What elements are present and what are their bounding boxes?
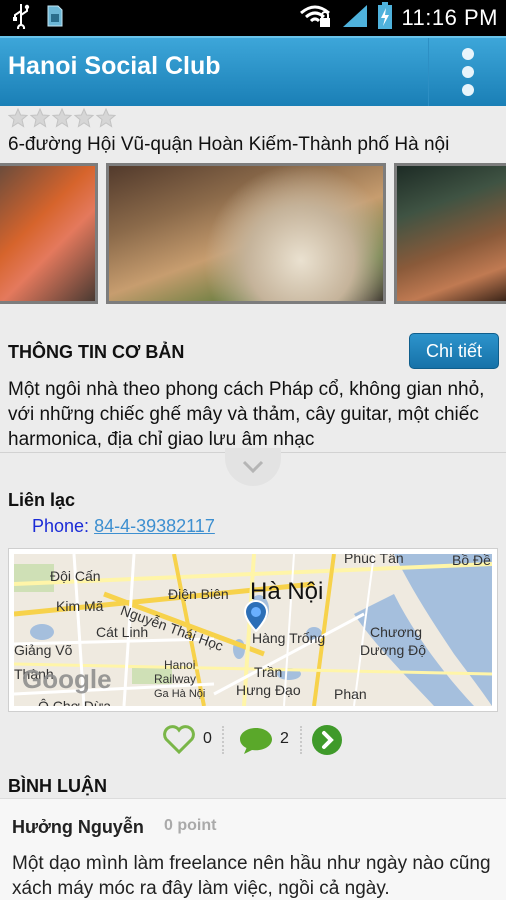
map-label: Kim Mã — [56, 598, 104, 614]
chevron-right-icon[interactable] — [311, 724, 343, 756]
map-label: Giảng Võ — [14, 642, 73, 658]
separator — [222, 726, 224, 754]
wifi-locked-icon — [299, 3, 333, 34]
map-label: Hàng Trống — [252, 630, 326, 646]
star-icon — [30, 108, 50, 128]
detail-button[interactable]: Chi tiết — [409, 333, 499, 369]
comment-count: 2 — [280, 730, 289, 747]
overflow-menu-dot — [461, 84, 474, 96]
overflow-menu-icon — [461, 48, 474, 60]
overflow-menu-dot — [461, 66, 474, 78]
map-label: Điện Biên — [168, 586, 229, 602]
comment-author[interactable]: Hưởng Nguyễn — [12, 817, 144, 838]
map-pin-icon[interactable] — [242, 600, 270, 632]
like-count: 0 — [203, 730, 212, 747]
map-label: Phan — [334, 686, 367, 702]
chevron-down-icon — [242, 460, 264, 474]
phone-label: Phone: — [32, 516, 95, 536]
map-label: Dương Độ — [360, 642, 427, 658]
status-bar: 11:16 PM — [0, 0, 506, 36]
map-label: Phúc Tân — [344, 554, 404, 566]
comment-button[interactable] — [238, 725, 274, 755]
star-icon — [52, 108, 72, 128]
map-label: Chương — [370, 624, 423, 640]
star-icon — [74, 108, 94, 128]
map-label: Đội Cấn — [50, 568, 101, 584]
map-label: Cát Linh — [96, 624, 149, 640]
venue-description: Một ngôi nhà theo phong cách Pháp cổ, kh… — [8, 379, 485, 450]
phone-row: Phone: 84-4-39382117 — [32, 516, 215, 537]
map-label: Ga Hà Nội — [154, 688, 206, 700]
map-label: Railway — [154, 672, 197, 686]
star-icon — [96, 108, 116, 128]
map-canvas[interactable]: Đội Cấn Điện Biên Hà Nội Kim Mã Nguyễn T… — [14, 554, 492, 706]
clock: 11:16 PM — [401, 5, 498, 30]
battery-charging-icon — [377, 1, 393, 35]
comments-title: BÌNH LUẬN — [8, 776, 107, 796]
map-label: Hanoi — [164, 658, 196, 672]
map-label: Trần — [254, 664, 283, 680]
app-bar: Hanoi Social Club — [0, 36, 506, 106]
venue-photo[interactable] — [0, 163, 98, 304]
venue-photo[interactable] — [394, 163, 506, 304]
signal-icon — [341, 3, 369, 34]
overflow-menu-button[interactable] — [428, 38, 506, 106]
phone-link[interactable]: 84-4-39382117 — [94, 516, 215, 536]
comment-text: Một dạo mình làm freelance nên hầu như n… — [12, 853, 491, 899]
info-section-title: THÔNG TIN CƠ BẢN — [8, 342, 185, 362]
photo-gallery[interactable] — [0, 163, 506, 304]
google-logo: Google — [22, 664, 112, 694]
venue-photo[interactable] — [106, 163, 386, 304]
comment-points: 0 point — [164, 817, 217, 834]
separator — [300, 726, 302, 754]
map-label: Hưng Đạo — [236, 682, 301, 698]
usb-icon — [12, 3, 30, 34]
map-label: Bồ Đề — [452, 554, 491, 568]
sd-card-icon — [46, 4, 64, 33]
page-title: Hanoi Social Club — [8, 52, 221, 80]
comment-item[interactable]: Hưởng Nguyễn 0 point Một dạo mình làm fr… — [0, 798, 506, 900]
like-button[interactable] — [162, 725, 196, 755]
venue-address: 6-đường Hội Vũ-quận Hoàn Kiếm-Thành phố … — [8, 134, 450, 155]
rating-stars[interactable] — [8, 108, 116, 128]
location-map[interactable]: Đội Cấn Điện Biên Hà Nội Kim Mã Nguyễn T… — [8, 548, 498, 712]
action-bar: 0 2 — [0, 722, 506, 758]
expand-description-button[interactable] — [225, 448, 281, 486]
star-icon — [8, 108, 28, 128]
map-label: Ô Chợ Dừa — [38, 698, 112, 706]
contact-title: Liên lạc — [8, 490, 76, 510]
